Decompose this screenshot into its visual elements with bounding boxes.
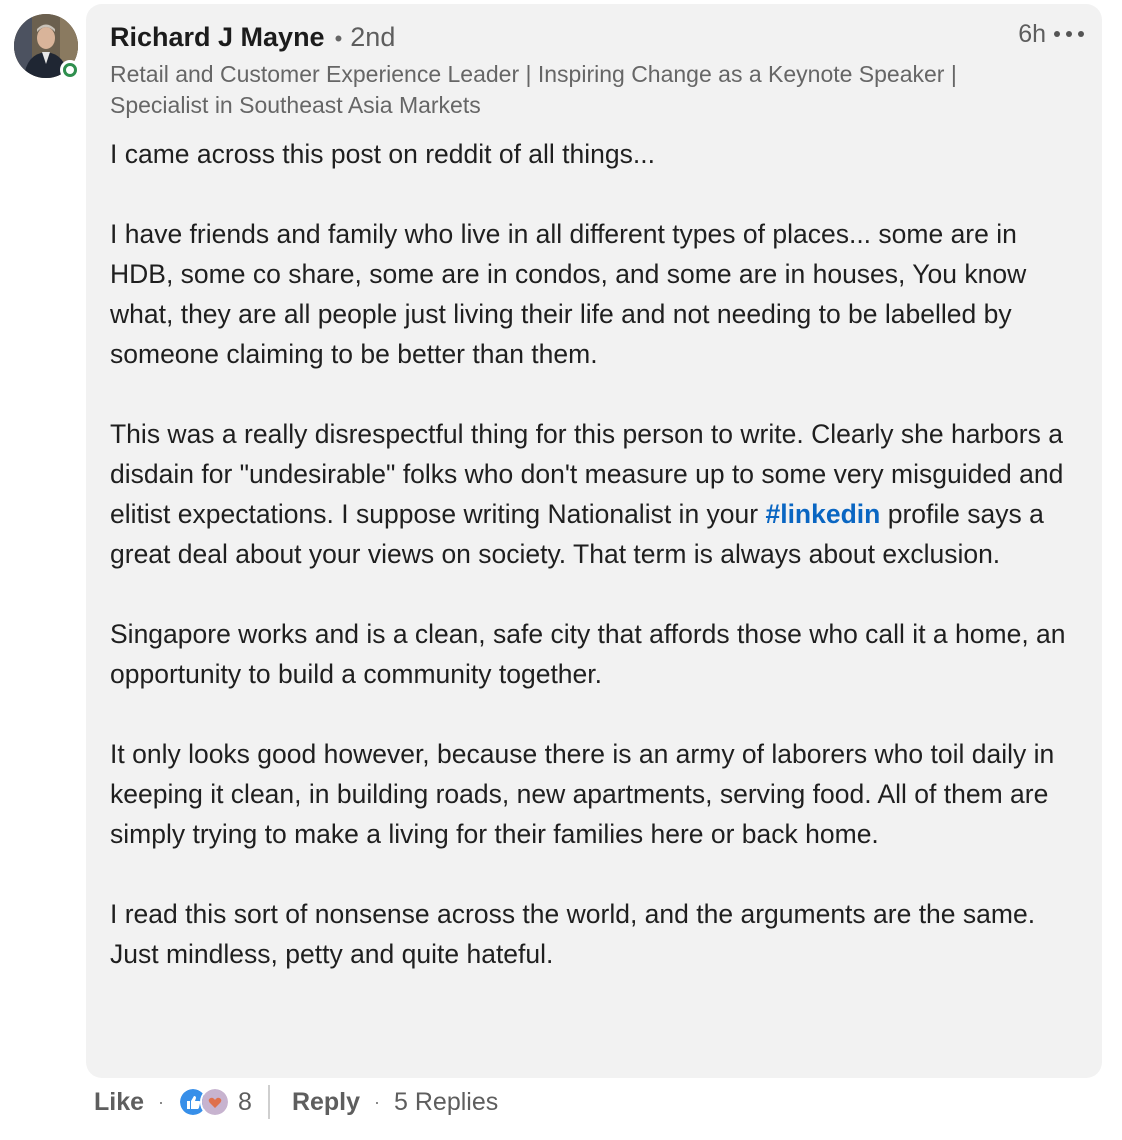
comment-timestamp: 6h: [1018, 20, 1046, 48]
online-status-ring: [63, 63, 77, 77]
degree-separator: •: [334, 26, 343, 51]
hashtag-link[interactable]: #linkedin: [765, 499, 880, 529]
action-separator-dot: ·: [374, 1091, 381, 1112]
comment-paragraph: Singapore works and is a clean, safe cit…: [110, 619, 1066, 689]
comment-paragraph: It only looks good however, because ther…: [110, 739, 1055, 849]
ellipsis-dot: [1078, 31, 1084, 37]
connection-degree: 2nd: [350, 22, 396, 52]
reaction-count: 8: [238, 1087, 252, 1116]
action-divider: [267, 1085, 270, 1119]
ellipsis-dot: [1054, 31, 1060, 37]
like-button[interactable]: Like: [94, 1088, 144, 1117]
comment-paragraph: This was a really disrespectful thing fo…: [110, 414, 1080, 574]
comment-paragraph: I have friends and family who live in al…: [110, 219, 1027, 369]
replies-count-link[interactable]: 5 Replies: [394, 1088, 498, 1117]
author-name[interactable]: Richard J Mayne: [110, 22, 325, 53]
ellipsis-dot: [1066, 31, 1072, 37]
action-separator-dot: ·: [158, 1091, 165, 1112]
comment-header: Richard J Mayne • 2nd: [110, 22, 395, 53]
reactions-summary[interactable]: 8: [178, 1087, 252, 1117]
comment-paragraph: I read this sort of nonsense across the …: [110, 899, 1036, 969]
love-reaction-icon: [200, 1087, 231, 1117]
comment-paragraph: I came across this post on reddit of all…: [110, 139, 655, 169]
comment-bubble: Richard J Mayne • 2nd 6h Retail and Cust…: [86, 4, 1102, 1078]
ellipsis-icon[interactable]: [1054, 22, 1084, 46]
comment-actions: Like · 8 Reply · 5 Replies: [94, 1080, 498, 1124]
online-status-indicator: [60, 60, 80, 80]
comment-text: I came across this post on reddit of all…: [110, 134, 1080, 974]
reply-button[interactable]: Reply: [292, 1088, 360, 1117]
author-headline: Retail and Customer Experience Leader | …: [110, 61, 957, 118]
